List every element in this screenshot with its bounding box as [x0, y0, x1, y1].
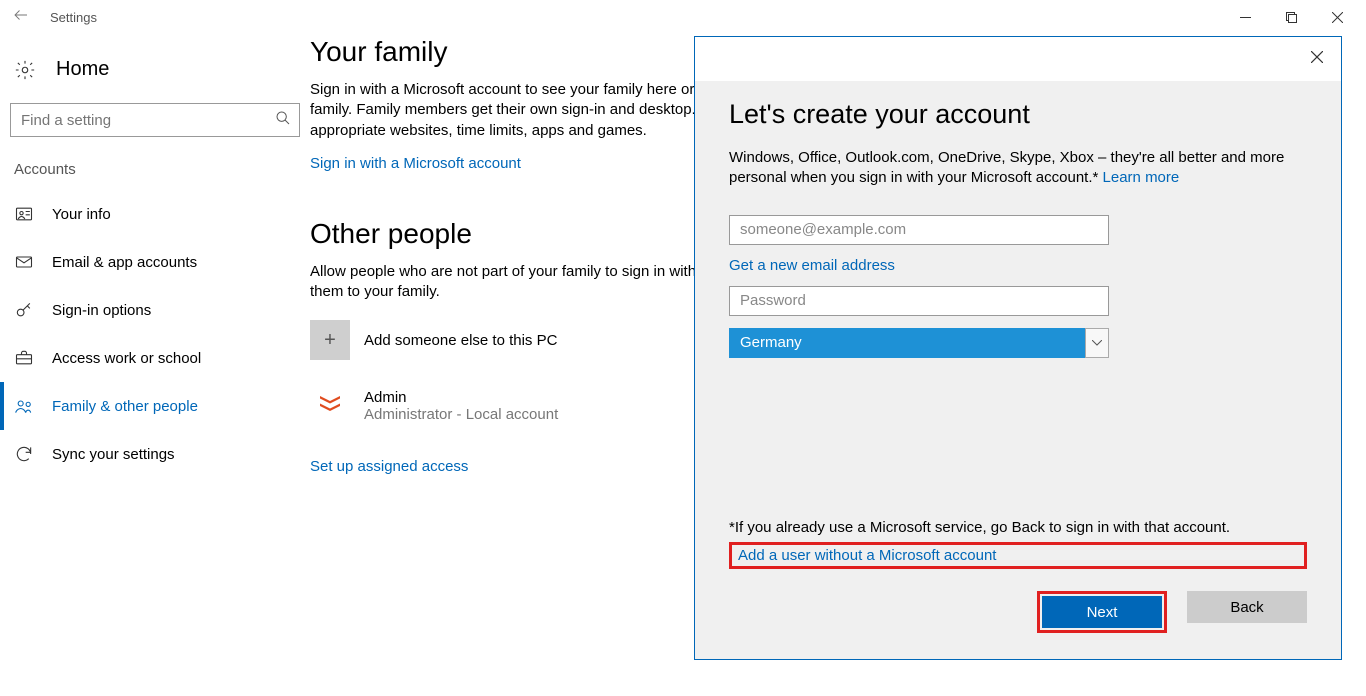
sidebar: Home Accounts Your info Email & app acco… — [0, 34, 310, 696]
window-title: Settings — [50, 10, 97, 25]
user-icon — [14, 204, 34, 224]
search-box[interactable] — [10, 103, 300, 137]
back-button[interactable]: Back — [1187, 591, 1307, 623]
next-button[interactable]: Next — [1042, 596, 1162, 628]
back-button[interactable] — [6, 2, 38, 32]
country-select[interactable]: Germany — [729, 328, 1109, 358]
mail-icon — [14, 252, 34, 272]
sidebar-item-email[interactable]: Email & app accounts — [0, 238, 310, 286]
sidebar-item-label: Sign-in options — [52, 302, 151, 319]
already-note: *If you already use a Microsoft service,… — [729, 409, 1307, 536]
search-icon — [275, 110, 291, 130]
sidebar-item-family[interactable]: Family & other people — [0, 382, 310, 430]
add-someone-label: Add someone else to this PC — [364, 332, 557, 349]
sidebar-item-sync[interactable]: Sync your settings — [0, 430, 310, 478]
home-label: Home — [56, 58, 109, 81]
section-label: Accounts — [0, 137, 310, 190]
gear-icon — [14, 59, 36, 81]
new-email-link[interactable]: Get a new email address — [729, 257, 1307, 274]
signin-link[interactable]: Sign in with a Microsoft account — [310, 155, 521, 172]
add-without-ms-highlight: Add a user without a Microsoft account — [729, 542, 1307, 569]
create-account-dialog: Let's create your account Windows, Offic… — [694, 36, 1342, 660]
maximize-button[interactable] — [1268, 1, 1314, 33]
search-input[interactable] — [21, 112, 275, 129]
email-field[interactable] — [729, 215, 1109, 245]
sidebar-item-your-info[interactable]: Your info — [0, 190, 310, 238]
dialog-close-button[interactable] — [1305, 44, 1329, 74]
dialog-title: Let's create your account — [729, 99, 1307, 130]
briefcase-icon — [14, 348, 34, 368]
password-field[interactable] — [729, 286, 1109, 316]
sync-icon — [14, 444, 34, 464]
next-button-highlight: Next — [1037, 591, 1167, 633]
sidebar-item-signin[interactable]: Sign-in options — [0, 286, 310, 334]
key-icon — [14, 300, 34, 320]
chevron-down-icon — [1085, 328, 1109, 358]
assigned-access-link[interactable]: Set up assigned access — [310, 458, 468, 475]
titlebar: Settings — [0, 0, 1366, 34]
admin-badge-icon — [310, 386, 350, 426]
sidebar-item-label: Your info — [52, 206, 111, 223]
sidebar-item-work[interactable]: Access work or school — [0, 334, 310, 382]
sidebar-item-label: Sync your settings — [52, 446, 175, 463]
admin-role: Administrator - Local account — [364, 406, 558, 423]
country-value: Germany — [729, 328, 1109, 358]
learn-more-link[interactable]: Learn more — [1103, 169, 1180, 186]
dialog-subtitle: Windows, Office, Outlook.com, OneDrive, … — [729, 148, 1307, 189]
dialog-header — [695, 37, 1341, 81]
dialog-footer: Next Back — [695, 569, 1341, 659]
sidebar-item-label: Family & other people — [52, 398, 198, 415]
sidebar-item-label: Email & app accounts — [52, 254, 197, 271]
sidebar-item-label: Access work or school — [52, 350, 201, 367]
add-without-ms-link[interactable]: Add a user without a Microsoft account — [738, 547, 996, 564]
people-icon — [14, 396, 34, 416]
admin-name: Admin — [364, 389, 558, 406]
plus-icon: + — [310, 320, 350, 360]
window-controls — [1222, 1, 1360, 33]
close-button[interactable] — [1314, 1, 1360, 33]
home-nav[interactable]: Home — [0, 52, 310, 95]
dialog-sub-text: Windows, Office, Outlook.com, OneDrive, … — [729, 149, 1284, 186]
minimize-button[interactable] — [1222, 1, 1268, 33]
